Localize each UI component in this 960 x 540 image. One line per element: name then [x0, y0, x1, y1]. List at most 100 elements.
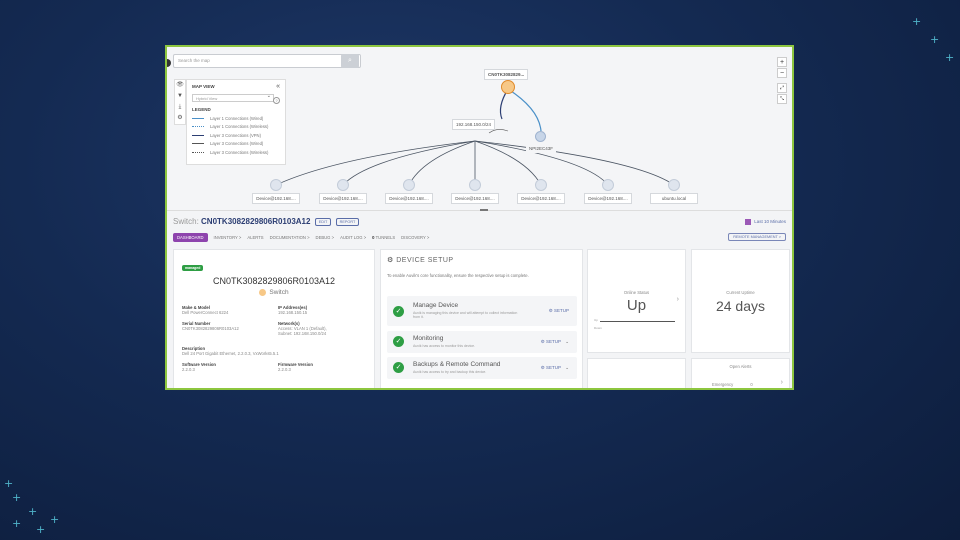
device-name-title: CN0TK3082829806R0103A12	[201, 217, 311, 226]
make-model-value: Dell PowerConnect 6224	[182, 310, 229, 316]
legend-line-swatch	[192, 151, 204, 153]
decor-plus: +	[12, 517, 22, 530]
tunnels-count: 0	[372, 235, 375, 240]
device-node-icon[interactable]	[668, 179, 680, 191]
collapse-arrow-icon[interactable]	[167, 59, 171, 67]
decor-plus: +	[50, 513, 60, 526]
tab-discovery[interactable]: DISCOVERY >	[401, 235, 429, 240]
report-button[interactable]: REPORT	[335, 217, 360, 226]
help-icon[interactable]: ?	[273, 97, 280, 104]
blank-tile	[587, 358, 686, 388]
chevron-down-icon[interactable]: ⌄	[565, 339, 569, 344]
legend-line-swatch	[192, 143, 204, 144]
tab-debug[interactable]: DEBUG >	[316, 235, 335, 240]
firmware-value: 2.2.0.3	[278, 367, 291, 373]
device-info-panel: managed CN0TK3082829806R0103A12 Switch M…	[173, 249, 375, 388]
ip-value: 192.168.150.15	[278, 310, 308, 316]
top-node-label[interactable]: CN0TK3082829...	[484, 69, 529, 80]
tab-audit-log[interactable]: AUDIT LOG >	[340, 235, 366, 240]
tab-documentation[interactable]: DOCUMENTATION >	[270, 235, 310, 240]
subnet-node-label[interactable]: 192.168.150.0/24	[452, 119, 496, 130]
device-tabs: DASHBOARD INVENTORY > ALERTS DOCUMENTATI…	[173, 233, 429, 242]
device-node-icon[interactable]	[270, 179, 282, 191]
device-node-label[interactable]: Device@192.168....	[385, 193, 433, 204]
switch-node-icon[interactable]	[501, 80, 515, 94]
uptime-tile: Current Uptime 24 days	[691, 249, 790, 353]
chevron-down-icon[interactable]: ⌄	[565, 365, 569, 370]
resize-handle[interactable]	[480, 209, 488, 211]
emergency-label: Emergency	[712, 382, 734, 387]
legend-label: Layer 1 Connections (Wired)	[210, 115, 264, 121]
open-alerts-tile[interactable]: Open Alerts Emergency 0 ›	[691, 358, 790, 388]
map-view-title: MAP VIEW	[192, 84, 215, 89]
npi-node-icon[interactable]	[535, 131, 546, 142]
device-node-icon[interactable]	[403, 179, 415, 191]
map-search-input[interactable]: Search the map	[173, 54, 361, 68]
zoom-in-icon[interactable]: +	[777, 57, 787, 67]
npi-node-label[interactable]: NPI2EC43F	[526, 144, 557, 153]
setup-card-title: Monitoring	[413, 335, 444, 342]
emergency-count: 0	[750, 382, 753, 387]
managed-badge: managed	[182, 265, 204, 271]
setup-card-manage[interactable]: ✓ Manage Device Auvik is managing this d…	[387, 296, 577, 326]
device-type: Switch	[182, 289, 366, 296]
setup-card-title: Manage Device	[413, 302, 459, 309]
legend-line-swatch	[192, 126, 204, 127]
decor-plus: +	[4, 477, 14, 490]
network-map[interactable]: Search the map ⌕ 👁 ▼ ⤓ ⚙ MAP VIEW « Hybr…	[167, 47, 792, 211]
device-node-label[interactable]: ubuntu.local	[650, 193, 698, 204]
setup-button[interactable]: ⚙ SETUP ⌄	[541, 339, 569, 345]
setup-button[interactable]: ⚙ SETUP	[549, 308, 569, 314]
status-chart-up-label: Up	[594, 318, 598, 322]
online-status-tile[interactable]: Online Status Up › Up Down	[587, 249, 686, 353]
device-node-label[interactable]: Device@192.168....	[319, 193, 367, 204]
time-range-selector[interactable]: Last 10 Minutes	[745, 219, 786, 225]
collapse-panel-icon[interactable]: «	[276, 83, 280, 90]
description-value: Dell 24 Port Gigabit Ethernet, 2.2.0.3, …	[182, 350, 279, 356]
tab-dashboard[interactable]: DASHBOARD	[173, 233, 208, 242]
device-node-icon[interactable]	[337, 179, 349, 191]
zoom-out-icon[interactable]: −	[777, 68, 787, 78]
tab-inventory[interactable]: INVENTORY >	[214, 235, 242, 240]
setup-button-label: SETUP	[553, 308, 569, 313]
filter-icon[interactable]: ▼	[175, 91, 185, 102]
download-icon[interactable]: ⤓	[175, 102, 185, 113]
setup-heading: ⚙ DEVICE SETUP	[387, 256, 576, 264]
gear-icon[interactable]: ⚙	[175, 113, 185, 124]
legend-label: Layer 1 Connections (Wireless)	[210, 124, 269, 129]
edit-button[interactable]: EDIT	[314, 217, 332, 226]
device-node-label[interactable]: Device@192.168....	[584, 193, 632, 204]
search-icon[interactable]: ⌕	[341, 54, 359, 68]
setup-card-backups[interactable]: ✓ Backups & Remote Command Auvik has acc…	[387, 357, 577, 379]
setup-button[interactable]: ⚙ SETUP ⌄	[541, 365, 569, 371]
map-view-select[interactable]: Hybrid View	[192, 93, 274, 102]
device-setup-panel: ⚙ DEVICE SETUP To enable Auvik's core fu…	[380, 249, 583, 388]
legend-line-swatch	[192, 117, 204, 119]
decor-plus: +	[945, 51, 955, 64]
tab-tunnels[interactable]: 0 TUNNELS	[372, 235, 395, 240]
device-node-label[interactable]: Device@192.168....	[451, 193, 499, 204]
serial-value: CN0TK3082829806R0103A12	[182, 325, 239, 331]
eye-icon[interactable]: 👁	[175, 80, 185, 91]
device-node-icon[interactable]	[535, 179, 547, 191]
map-toolstrip: 👁 ▼ ⤓ ⚙	[174, 79, 186, 125]
chevron-right-icon[interactable]: ›	[677, 296, 679, 303]
device-node-icon[interactable]	[469, 179, 481, 191]
fit-to-screen-icon[interactable]: ⤢	[777, 83, 787, 93]
setup-button-label: SETUP	[546, 365, 561, 370]
emergency-row[interactable]: Emergency 0	[712, 382, 753, 387]
device-node-label[interactable]: Device@192.168....	[517, 193, 565, 204]
chevron-right-icon[interactable]: ›	[781, 379, 783, 386]
expand-icon[interactable]: ⤡	[777, 94, 787, 104]
device-node-label[interactable]: Device@192.168....	[252, 193, 300, 204]
setup-card-monitoring[interactable]: ✓ Monitoring Auvik has access to monitor…	[387, 331, 577, 353]
tab-alerts[interactable]: ALERTS	[247, 235, 263, 240]
legend-title: LEGEND	[192, 107, 211, 112]
status-chart-line	[600, 321, 675, 322]
device-node-icon[interactable]	[602, 179, 614, 191]
remote-management-button[interactable]: REMOTE MANAGEMENT >	[728, 233, 786, 241]
legend-item: Layer 3 Connections (Wireless)	[192, 150, 280, 155]
time-range-label: Last 10 Minutes	[754, 219, 786, 225]
setup-title: DEVICE SETUP	[396, 257, 454, 264]
device-type-label: Switch	[269, 289, 289, 297]
